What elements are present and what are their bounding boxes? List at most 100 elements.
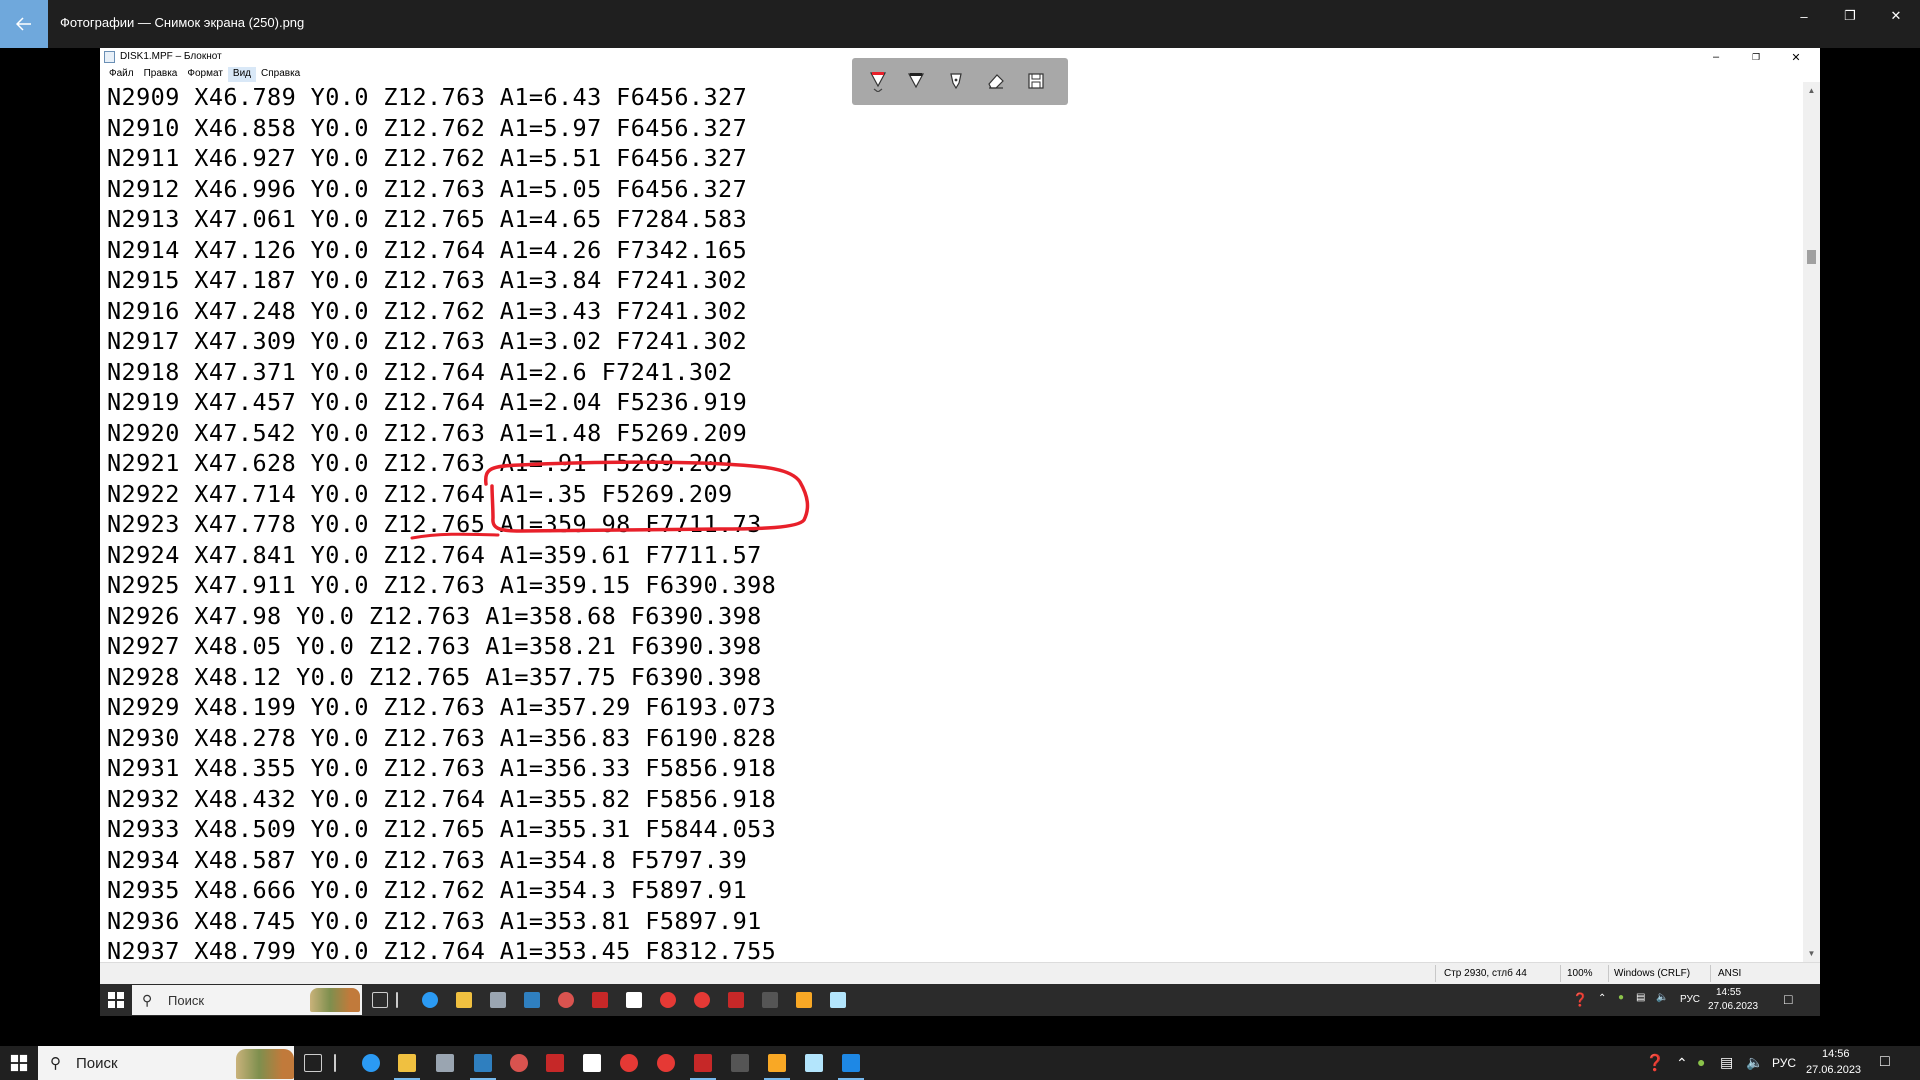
taskbar: ⚲ Поиск ❓ ⌃ ● ▤ 🔈 РУС 14:56 27.06.2023 □ <box>0 1046 1920 1080</box>
notepad-restore-button[interactable]: ❐ <box>1736 49 1776 65</box>
opera-icon[interactable] <box>620 1054 638 1072</box>
code-line: N2913 X47.061 Y0.0 Z12.765 A1=4.65 F7284… <box>107 205 748 233</box>
menu-view[interactable]: Вид <box>227 67 256 82</box>
photo-editor-icon[interactable] <box>510 1054 528 1072</box>
code-line: N2927 X48.05 Y0.0 Z12.763 A1=358.21 F639… <box>107 632 762 660</box>
help-icon[interactable]: ❓ <box>1572 992 1588 1008</box>
vertical-scrollbar[interactable]: ▲ ▼ <box>1803 82 1820 962</box>
inner-clock-time[interactable]: 14:55 <box>1716 987 1741 998</box>
edge-icon[interactable] <box>362 1054 380 1072</box>
app-icon[interactable] <box>524 992 540 1008</box>
pencil-icon[interactable] <box>904 69 928 93</box>
taskbar-language[interactable]: РУС <box>1772 1056 1796 1070</box>
code-line: N2914 X47.126 Y0.0 Z12.764 A1=4.26 F7342… <box>107 235 748 264</box>
file-explorer-icon[interactable] <box>398 1054 416 1072</box>
inkscape-icon[interactable] <box>626 992 642 1008</box>
scroll-up-icon[interactable]: ▲ <box>1803 82 1820 99</box>
save-icon[interactable] <box>1024 69 1048 93</box>
line-ending: Windows (CRLF) <box>1614 968 1691 979</box>
volume-icon[interactable]: 🔈 <box>1656 992 1668 1003</box>
terminal-icon[interactable] <box>731 1054 749 1072</box>
markup-toolbar <box>852 58 1068 105</box>
volume-icon[interactable]: 🔈 <box>1746 1054 1763 1071</box>
ballpoint-pen-icon[interactable] <box>866 69 890 93</box>
network-icon[interactable]: ▤ <box>1720 1054 1733 1071</box>
close-button[interactable]: ✕ <box>1873 0 1919 32</box>
eraser-icon[interactable] <box>984 69 1008 93</box>
app-icon[interactable] <box>474 1054 492 1072</box>
yandex-browser-icon[interactable] <box>657 1054 675 1072</box>
code-line: N2933 X48.509 Y0.0 Z12.765 A1=355.31 F58… <box>107 815 777 843</box>
inner-search-box[interactable]: ⚲ Поиск <box>132 985 362 1015</box>
archive-icon[interactable] <box>796 992 812 1008</box>
notifications-icon[interactable]: □ <box>1784 991 1792 1007</box>
nx-icon[interactable] <box>728 992 744 1008</box>
network-icon[interactable]: ▤ <box>1636 992 1645 1003</box>
calligraphy-pen-icon[interactable] <box>944 69 968 93</box>
inkscape-icon[interactable] <box>583 1054 601 1072</box>
scroll-down-icon[interactable]: ▼ <box>1803 945 1820 962</box>
file-explorer-icon[interactable] <box>456 992 472 1008</box>
task-view-icon[interactable] <box>372 992 388 1008</box>
update-icon[interactable]: ● <box>1697 1054 1705 1070</box>
notepad-close-button[interactable]: ✕ <box>1776 49 1816 65</box>
yandex-browser-icon[interactable] <box>694 992 710 1008</box>
photos-app-icon[interactable] <box>842 1054 860 1072</box>
notepad-title: DISK1.MPF – Блокнот <box>120 51 222 62</box>
code-line: N2925 X47.911 Y0.0 Z12.763 A1=359.15 F63… <box>107 571 777 599</box>
menu-edit[interactable]: Правка <box>139 67 183 82</box>
menu-format[interactable]: Формат <box>182 67 228 82</box>
encoding: ANSI <box>1718 968 1742 979</box>
notepad-taskbar-icon[interactable] <box>830 992 846 1008</box>
acrobat-icon[interactable] <box>592 992 608 1008</box>
chevron-up-icon[interactable]: ⌃ <box>1676 1055 1688 1072</box>
restore-icon: ❐ <box>1751 51 1761 62</box>
code-line: N2934 X48.587 Y0.0 Z12.763 A1=354.8 F579… <box>107 845 748 874</box>
notepad-minimize-button[interactable]: – <box>1696 49 1736 65</box>
calculator-icon[interactable] <box>436 1054 454 1072</box>
edge-icon[interactable] <box>422 992 438 1008</box>
inner-clock-date[interactable]: 27.06.2023 <box>1708 1001 1758 1012</box>
code-line: N2935 X48.666 Y0.0 Z12.762 A1=354.3 F589… <box>107 876 748 904</box>
taskbar-clock-time[interactable]: 14:56 <box>1822 1048 1850 1060</box>
back-button[interactable] <box>0 0 48 48</box>
code-line: N2932 X48.432 Y0.0 Z12.764 A1=355.82 F58… <box>107 784 777 813</box>
search-icon: ⚲ <box>142 992 153 1008</box>
task-view-icon[interactable] <box>304 1054 322 1072</box>
code-line: N2915 X47.187 Y0.0 Z12.763 A1=3.84 F7241… <box>107 266 748 294</box>
minimize-icon: – <box>1800 8 1808 24</box>
status-divider <box>1710 965 1711 982</box>
terminal-icon[interactable] <box>762 992 778 1008</box>
windows-start-icon[interactable] <box>106 990 126 1010</box>
chevron-up-icon[interactable]: ⌃ <box>1598 993 1606 1004</box>
code-line: N2920 X47.542 Y0.0 Z12.763 A1=1.48 F5269… <box>107 418 748 447</box>
acrobat-icon[interactable] <box>546 1054 564 1072</box>
notifications-icon[interactable]: □ <box>1880 1053 1890 1071</box>
search-icon: ⚲ <box>50 1055 61 1072</box>
menu-help[interactable]: Справка <box>256 67 305 82</box>
restore-button[interactable]: ❐ <box>1827 0 1873 32</box>
minimize-button[interactable]: – <box>1781 0 1827 32</box>
code-line: N2931 X48.355 Y0.0 Z12.763 A1=356.33 F58… <box>107 754 777 782</box>
taskbar-search-box[interactable]: ⚲ Поиск <box>38 1046 294 1080</box>
windows-start-icon[interactable] <box>10 1054 28 1072</box>
calculator-icon[interactable] <box>490 992 506 1008</box>
menu-file[interactable]: Файл <box>104 67 139 82</box>
notepad-taskbar-icon[interactable] <box>805 1054 823 1072</box>
code-line: N2917 X47.309 Y0.0 Z12.763 A1=3.02 F7241… <box>107 327 748 355</box>
arrow-left-icon <box>16 17 31 31</box>
opera-icon[interactable] <box>660 992 676 1008</box>
help-icon[interactable]: ❓ <box>1645 1053 1665 1073</box>
update-icon[interactable]: ● <box>1618 992 1624 1003</box>
code-line: N2929 X48.199 Y0.0 Z12.763 A1=357.29 F61… <box>107 693 777 721</box>
taskbar-clock-date[interactable]: 27.06.2023 <box>1806 1064 1861 1076</box>
inner-language[interactable]: РУС <box>1680 994 1700 1005</box>
notepad-icon <box>104 51 115 63</box>
scroll-thumb[interactable] <box>1807 250 1816 264</box>
archive-icon[interactable] <box>768 1054 786 1072</box>
notepad-text-area[interactable]: N2909 X46.789 Y0.0 Z12.763 A1=6.43 F6456… <box>100 82 1800 1016</box>
taskbar-search-placeholder: Поиск <box>76 1055 118 1072</box>
nx-icon[interactable] <box>694 1054 712 1072</box>
cursor-position: Стр 2930, стлб 44 <box>1444 968 1527 979</box>
photo-editor-icon[interactable] <box>558 992 574 1008</box>
